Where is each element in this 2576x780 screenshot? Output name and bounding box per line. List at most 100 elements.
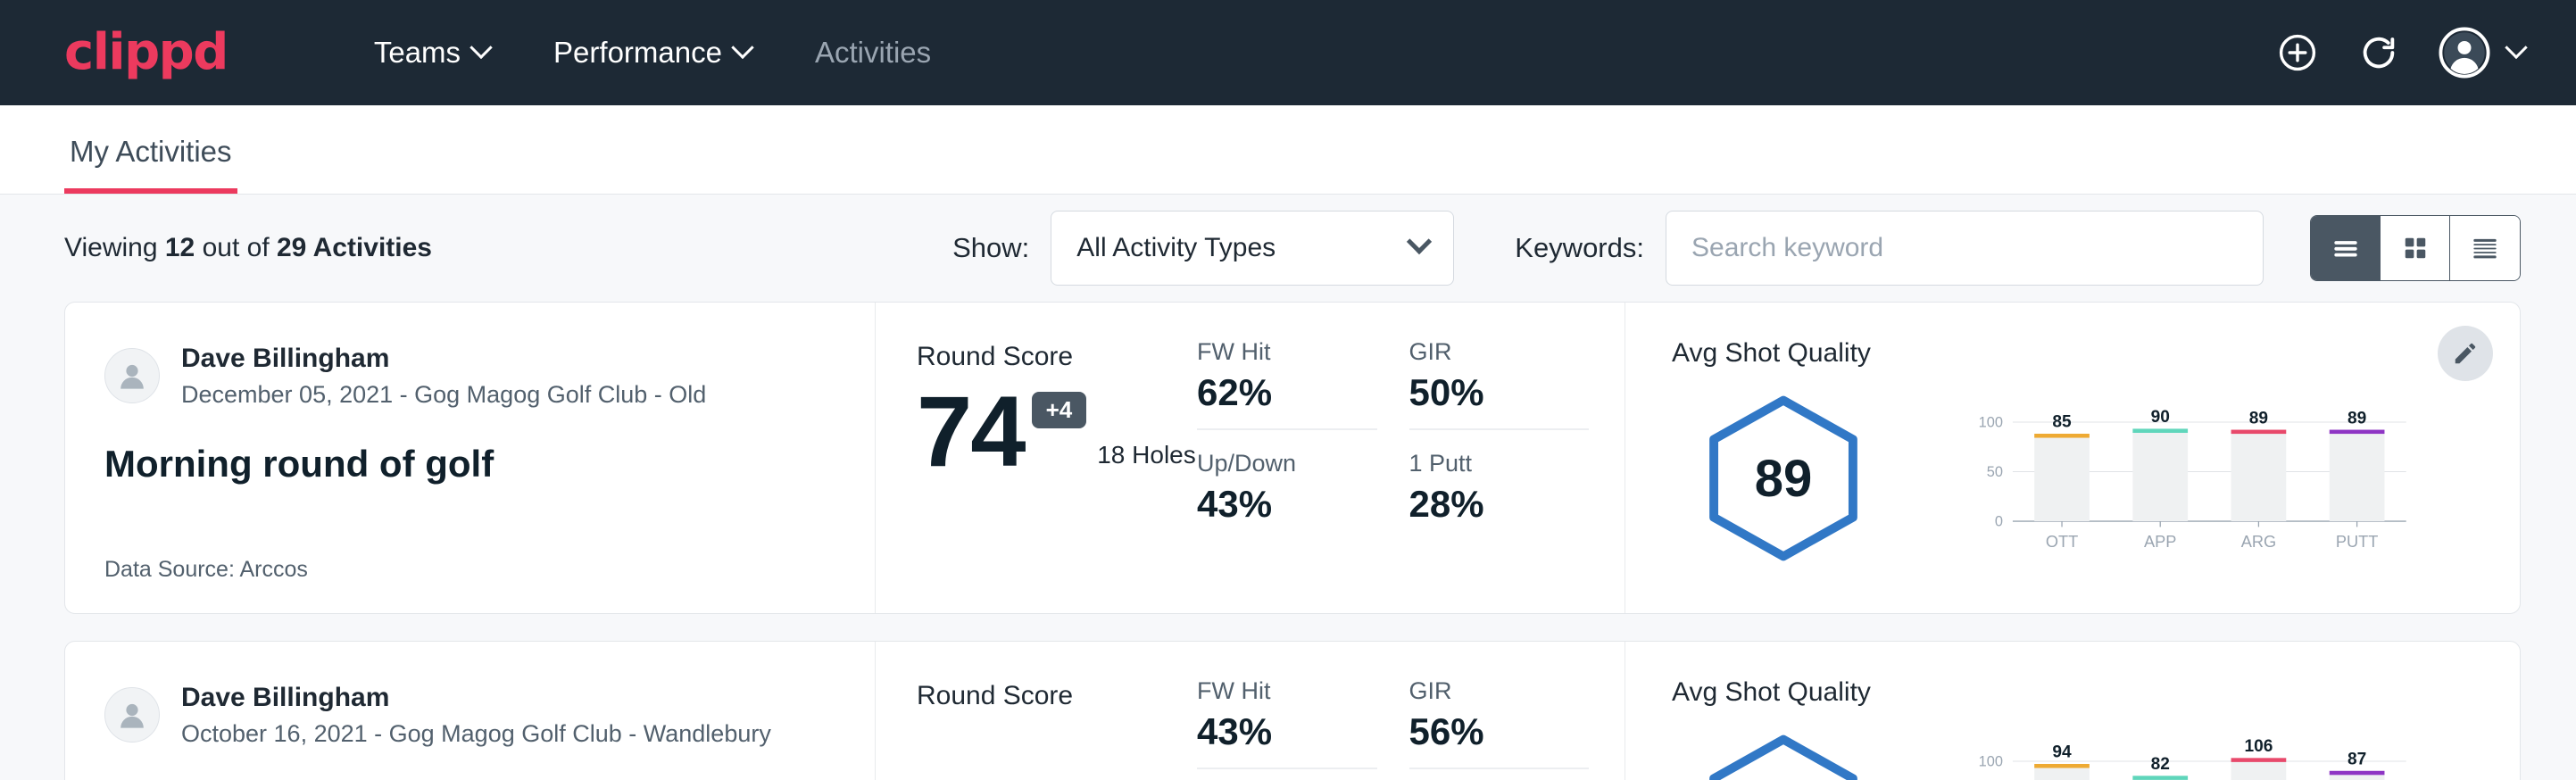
activity-data-source: Data Source: Arccos (104, 557, 830, 583)
stat-fw-hit-label: FW Hit (1197, 338, 1377, 366)
stat-fw-hit: FW Hit 62% (1197, 338, 1377, 430)
activity-summary-column: Dave Billingham December 05, 2021 - Gog … (65, 303, 876, 613)
viewing-middle: out of (203, 233, 270, 262)
grid-icon (2399, 232, 2431, 264)
page-tab-bar: My Activities (0, 105, 2576, 195)
viewing-prefix: Viewing (64, 233, 158, 262)
svg-text:94: 94 (2052, 743, 2072, 762)
chevron-down-icon (731, 37, 753, 59)
chevron-down-icon (2505, 37, 2527, 59)
stat-fw-hit: FW Hit 43% (1197, 677, 1377, 769)
activity-type-select-value: All Activity Types (1076, 233, 1276, 263)
stat-fw-hit-value: 62% (1197, 371, 1377, 414)
filter-controls: Show: All Activity Types Keywords: (952, 211, 2521, 286)
svg-text:89: 89 (2249, 410, 2268, 428)
view-mode-list-button[interactable] (2311, 216, 2381, 280)
top-navigation-bar: clippd Teams Performance Activities (0, 0, 2576, 105)
filter-toolbar: Viewing 12 out of 29 Activities Show: Al… (0, 195, 2576, 302)
activity-card[interactable]: Dave Billingham October 16, 2021 - Gog M… (64, 641, 2521, 780)
round-score-column: Round Score 74 +4 18 Holes (876, 303, 1197, 613)
nav-item-performance[interactable]: Performance (521, 36, 783, 70)
avg-shot-quality-label: Avg Shot Quality (1672, 338, 2413, 369)
round-score-row: 74 +4 18 Holes (917, 385, 1197, 478)
activity-card[interactable]: Dave Billingham December 05, 2021 - Gog … (64, 302, 2521, 614)
score-to-par-badge: +4 (1032, 392, 1087, 428)
stat-fw-hit-label: FW Hit (1197, 677, 1377, 705)
refresh-icon[interactable] (2358, 32, 2399, 73)
stat-one-putt: 1 Putt 28% (1409, 450, 1590, 540)
svg-text:85: 85 (2052, 413, 2072, 432)
activity-author-name: Dave Billingham (181, 681, 771, 715)
shot-quality-bar-chart: 0 50 100 85 OTT 90 APP 89 ARG 89 PUTT (1957, 394, 2413, 561)
svg-text:106: 106 (2244, 737, 2273, 756)
activity-author: Dave Billingham October 16, 2021 - Gog M… (104, 681, 830, 750)
svg-text:ARG: ARG (2241, 534, 2276, 552)
app-logo[interactable]: clippd (64, 28, 228, 78)
svg-text:0: 0 (1995, 514, 2003, 530)
svg-text:90: 90 (2151, 409, 2170, 427)
round-score-column: Round Score (876, 642, 1197, 780)
nav-actions (2276, 27, 2524, 79)
plus-circle-icon[interactable] (2276, 31, 2319, 74)
avg-shot-quality-body: 89 0 50 100 85 OTT 90 APP 89 ARG 89 PUTT (1672, 374, 2413, 583)
viewing-total: 29 Activities (277, 233, 432, 262)
stat-fw-hit-value: 43% (1197, 710, 1377, 753)
chevron-down-icon (1407, 229, 1432, 254)
view-mode-compact-button[interactable] (2450, 216, 2520, 280)
tab-my-activities[interactable]: My Activities (64, 135, 237, 194)
account-menu[interactable] (2439, 27, 2524, 79)
activity-author-name: Dave Billingham (181, 342, 706, 376)
stat-gir: GIR 56% (1409, 677, 1590, 769)
nav-item-teams[interactable]: Teams (342, 36, 521, 70)
view-mode-toggle-group (2310, 215, 2521, 281)
svg-text:APP: APP (2144, 534, 2176, 552)
viewing-count: 12 (165, 233, 195, 262)
compact-list-icon (2468, 231, 2502, 265)
stat-gir: GIR 50% (1409, 338, 1590, 430)
edit-activity-button[interactable] (2438, 326, 2493, 381)
avg-shot-quality-column: Avg Shot Quality 89 0 50 100 85 OTT 90 APP 89 AR… (1625, 303, 2520, 613)
list-icon (2329, 231, 2363, 265)
tab-my-activities-label: My Activities (70, 135, 232, 168)
activities-count-summary: Viewing 12 out of 29 Activities (64, 233, 432, 263)
shot-quality-bar-chart: 05010094OTT82APP106ARG87PUTT (1957, 734, 2413, 780)
nav-item-activities-label: Activities (815, 36, 931, 70)
svg-text:100: 100 (1979, 754, 2003, 770)
pencil-icon (2452, 340, 2479, 367)
round-score-label: Round Score (917, 342, 1197, 372)
view-mode-grid-button[interactable] (2381, 216, 2450, 280)
activity-title: Morning round of golf (104, 443, 830, 485)
search-input[interactable] (1666, 211, 2264, 286)
svg-text:OTT: OTT (2046, 534, 2078, 552)
svg-text:50: 50 (1987, 464, 2003, 480)
holes-played-label: 18 Holes (1097, 441, 1196, 469)
avg-shot-quality-hexagon (1699, 733, 1868, 780)
stat-gir-label: GIR (1409, 677, 1590, 705)
avatar (104, 348, 160, 403)
round-stats-grid: FW Hit 43% GIR 56% (1197, 642, 1625, 780)
round-stats-grid: FW Hit 62% GIR 50% Up/Down 43% 1 Putt 28… (1197, 303, 1625, 613)
stat-gir-label: GIR (1409, 338, 1590, 366)
bar-chart-svg: 05010094OTT82APP106ARG87PUTT (1957, 734, 2413, 780)
show-label: Show: (952, 232, 1029, 264)
nav-item-activities[interactable]: Activities (783, 36, 963, 70)
svg-text:100: 100 (1979, 415, 2003, 431)
svg-text:PUTT: PUTT (2336, 534, 2379, 552)
avg-shot-quality-label: Avg Shot Quality (1672, 677, 2413, 708)
account-avatar-icon (2439, 27, 2490, 79)
chevron-down-icon (469, 37, 492, 59)
stat-up-down-label: Up/Down (1197, 450, 1377, 477)
stat-one-putt-value: 28% (1409, 483, 1590, 526)
stat-up-down: Up/Down 43% (1197, 450, 1377, 540)
stat-gir-value: 56% (1409, 710, 1590, 753)
svg-text:89: 89 (2347, 410, 2366, 428)
activity-date-venue: December 05, 2021 - Gog Magog Golf Club … (181, 379, 706, 411)
avg-shot-quality-body: 05010094OTT82APP106ARG87PUTT (1672, 713, 2413, 780)
activity-type-select[interactable]: All Activity Types (1051, 211, 1454, 286)
activity-summary-column: Dave Billingham October 16, 2021 - Gog M… (65, 642, 876, 780)
main-nav-links: Teams Performance Activities (342, 36, 963, 70)
nav-item-performance-label: Performance (553, 36, 722, 70)
svg-text:87: 87 (2347, 751, 2366, 769)
activity-card-list: Dave Billingham December 05, 2021 - Gog … (0, 302, 2576, 780)
round-score-value: 74 (917, 385, 1025, 478)
